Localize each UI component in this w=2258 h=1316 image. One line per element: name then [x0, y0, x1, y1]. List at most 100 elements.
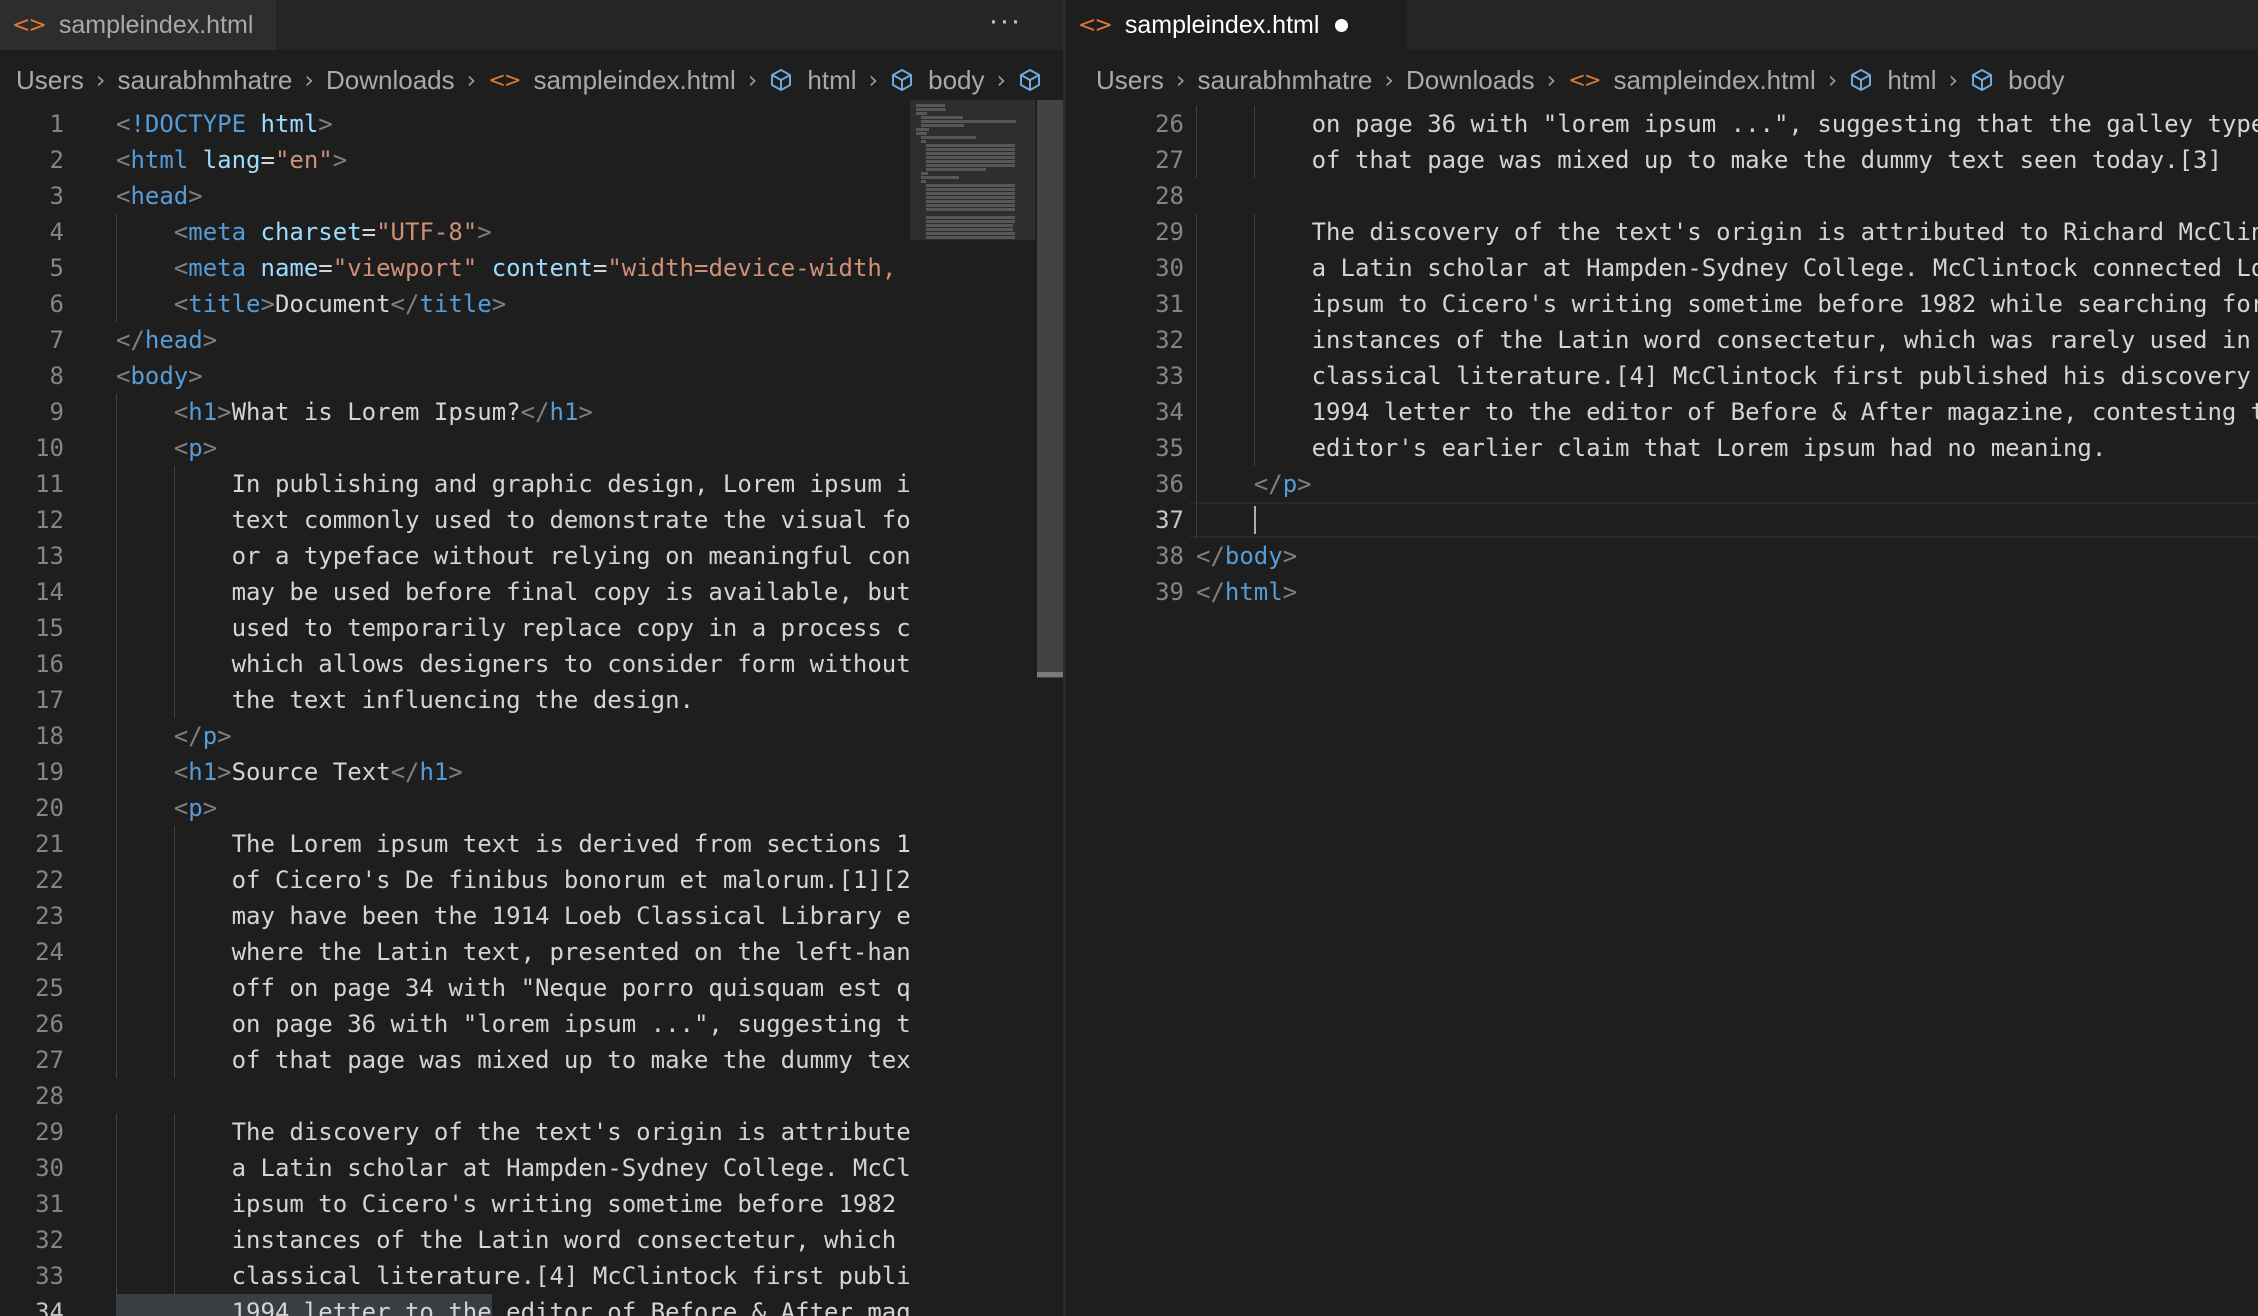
line-number[interactable]: 37 — [1066, 502, 1184, 538]
line-number[interactable]: 29 — [1066, 214, 1184, 250]
line-number[interactable]: 10 — [0, 430, 64, 466]
line-number[interactable]: 18 — [0, 718, 64, 754]
code-line[interactable]: 33 classical literature.[4] McClintock f… — [1066, 358, 2258, 394]
line-number[interactable]: 16 — [0, 646, 64, 682]
line-number[interactable]: 32 — [0, 1222, 64, 1258]
line-number[interactable]: 39 — [1066, 574, 1184, 610]
breadcrumb-item[interactable]: saurabhmhatre — [118, 65, 293, 96]
line-number[interactable]: 28 — [0, 1078, 64, 1114]
line-number[interactable]: 34 — [0, 1294, 64, 1316]
breadcrumb-item[interactable]: saurabhmhatre — [1198, 65, 1373, 96]
scrollbar-thumb[interactable] — [1037, 100, 1063, 678]
breadcrumb-item[interactable]: <> sampleindex.html — [488, 65, 736, 96]
breadcrumb-item[interactable] — [1018, 68, 1056, 92]
code-line[interactable]: 8 <body> — [0, 358, 1063, 394]
code-line[interactable]: 9 <h1>What is Lorem Ipsum?</h1> — [0, 394, 1063, 430]
line-number[interactable]: 33 — [1066, 358, 1184, 394]
code-line[interactable]: 28 — [1066, 178, 2258, 214]
code-line[interactable]: 38 </body> — [1066, 538, 2258, 574]
line-number[interactable]: 19 — [0, 754, 64, 790]
code-line[interactable]: 10 <p> — [0, 430, 1063, 466]
code-line[interactable]: 33 classical literature.[4] McClintock f… — [0, 1258, 1063, 1294]
more-actions-button[interactable]: ··· — [985, 6, 1025, 44]
line-number[interactable]: 23 — [0, 898, 64, 934]
code-line[interactable]: 12 text commonly used to demonstrate the… — [0, 502, 1063, 538]
line-number[interactable]: 1 — [0, 106, 64, 142]
breadcrumb-item[interactable]: html — [769, 65, 857, 96]
code-line[interactable]: 16 which allows designers to consider fo… — [0, 646, 1063, 682]
code-line[interactable]: 30 a Latin scholar at Hampden-Sydney Col… — [0, 1150, 1063, 1186]
line-number[interactable]: 12 — [0, 502, 64, 538]
line-number[interactable]: 26 — [1066, 106, 1184, 142]
code-line[interactable]: 29 The discovery of the text's origin is… — [1066, 214, 2258, 250]
code-line[interactable]: 32 instances of the Latin word consectet… — [1066, 322, 2258, 358]
code-line[interactable]: 3 <head> — [0, 178, 1063, 214]
code-line[interactable]: 36 </p> — [1066, 466, 2258, 502]
line-number[interactable]: 4 — [0, 214, 64, 250]
code-line[interactable]: 25 off on page 34 with "Neque porro quis… — [0, 970, 1063, 1006]
line-number[interactable]: 35 — [1066, 430, 1184, 466]
line-number[interactable]: 21 — [0, 826, 64, 862]
code-line[interactable]: 39 </html> — [1066, 574, 2258, 610]
line-number[interactable]: 8 — [0, 358, 64, 394]
code-line[interactable]: 31 ipsum to Cicero's writing sometime be… — [0, 1186, 1063, 1222]
line-number[interactable]: 30 — [1066, 250, 1184, 286]
line-number[interactable]: 27 — [0, 1042, 64, 1078]
line-number[interactable]: 11 — [0, 466, 64, 502]
code-line[interactable]: 17 the text influencing the design. — [0, 682, 1063, 718]
code-line[interactable]: 27 of that page was mixed up to make the… — [0, 1042, 1063, 1078]
breadcrumb-item[interactable]: <> sampleindex.html — [1568, 65, 1816, 96]
code-line[interactable]: 31 ipsum to Cicero's writing sometime be… — [1066, 286, 2258, 322]
line-number[interactable]: 32 — [1066, 322, 1184, 358]
line-number[interactable]: 24 — [0, 934, 64, 970]
line-number[interactable]: 13 — [0, 538, 64, 574]
line-number[interactable]: 27 — [1066, 142, 1184, 178]
line-number[interactable]: 9 — [0, 394, 64, 430]
code-line[interactable]: 2 <html lang="en"> — [0, 142, 1063, 178]
code-line[interactable]: 37 — [1066, 502, 2258, 538]
line-number[interactable]: 14 — [0, 574, 64, 610]
line-number[interactable]: 26 — [0, 1006, 64, 1042]
breadcrumb-item[interactable]: Users — [16, 65, 84, 96]
line-number[interactable]: 7 — [0, 322, 64, 358]
code-line[interactable]: 4 <meta charset="UTF-8"> — [0, 214, 1063, 250]
breadcrumb-item[interactable]: body — [890, 65, 985, 96]
code-line[interactable]: 18 </p> — [0, 718, 1063, 754]
code-line[interactable]: 35 editor's earlier claim that Lorem ips… — [1066, 430, 2258, 466]
line-number[interactable]: 17 — [0, 682, 64, 718]
code-line[interactable]: 28 — [0, 1078, 1063, 1114]
breadcrumb-item[interactable]: Downloads — [326, 65, 455, 96]
code-editor[interactable]: 26 on page 36 with "lorem ipsum ...", su… — [1066, 106, 2258, 1316]
code-line[interactable]: 34 1994 letter to the editor of Before &… — [1066, 394, 2258, 430]
line-number[interactable]: 25 — [0, 970, 64, 1006]
code-line[interactable]: 26 on page 36 with "lorem ipsum ...", su… — [1066, 106, 2258, 142]
unsaved-dot-icon[interactable] — [1335, 18, 1349, 32]
code-line[interactable]: 34 1994 letter to the editor of Before &… — [0, 1294, 1063, 1316]
line-number[interactable]: 20 — [0, 790, 64, 826]
vertical-scrollbar[interactable] — [1035, 100, 1063, 1316]
code-line[interactable]: 22 of Cicero's De finibus bonorum et mal… — [0, 862, 1063, 898]
code-line[interactable]: 27 of that page was mixed up to make the… — [1066, 142, 2258, 178]
code-line[interactable]: 21 The Lorem ipsum text is derived from … — [0, 826, 1063, 862]
code-line[interactable]: 26 on page 36 with "lorem ipsum ...", su… — [0, 1006, 1063, 1042]
breadcrumb-item[interactable]: body — [1970, 65, 2065, 96]
code-line[interactable]: 23 may have been the 1914 Loeb Classical… — [0, 898, 1063, 934]
line-number[interactable]: 15 — [0, 610, 64, 646]
line-number[interactable]: 33 — [0, 1258, 64, 1294]
line-number[interactable]: 6 — [0, 286, 64, 322]
code-line[interactable]: 5 <meta name="viewport" content="width=d… — [0, 250, 1063, 286]
code-line[interactable]: 1 <!DOCTYPE html> — [0, 106, 1063, 142]
breadcrumb-item[interactable]: Downloads — [1406, 65, 1535, 96]
code-line[interactable]: 32 instances of the Latin word consectet… — [0, 1222, 1063, 1258]
line-number[interactable]: 34 — [1066, 394, 1184, 430]
line-number[interactable]: 28 — [1066, 178, 1184, 214]
code-line[interactable]: 7 </head> — [0, 322, 1063, 358]
line-number[interactable]: 31 — [1066, 286, 1184, 322]
code-line[interactable]: 29 The discovery of the text's origin is… — [0, 1114, 1063, 1150]
line-number[interactable]: 30 — [0, 1150, 64, 1186]
code-line[interactable]: 13 or a typeface without relying on mean… — [0, 538, 1063, 574]
line-number[interactable]: 36 — [1066, 466, 1184, 502]
code-line[interactable]: 15 used to temporarily replace copy in a… — [0, 610, 1063, 646]
code-line[interactable]: 24 where the Latin text, presented on th… — [0, 934, 1063, 970]
line-number[interactable]: 31 — [0, 1186, 64, 1222]
